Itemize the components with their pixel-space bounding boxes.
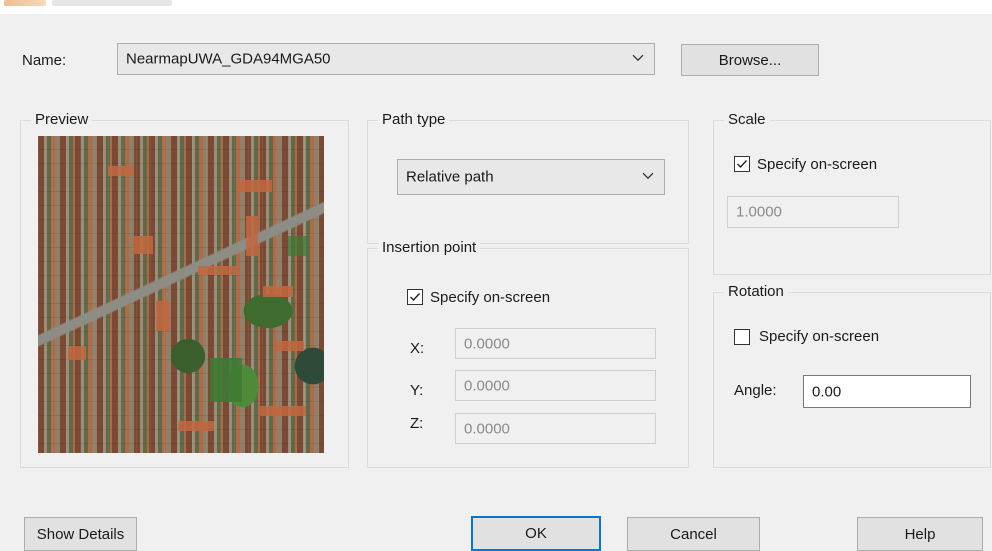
angle-value: 0.00 xyxy=(812,383,842,400)
name-label: Name: xyxy=(22,52,67,69)
x-value: 0.0000 xyxy=(464,335,510,352)
chevron-down-icon xyxy=(642,172,654,180)
rotation-specify-checkbox[interactable] xyxy=(734,329,750,345)
z-field: 0.0000 xyxy=(455,413,656,444)
y-value: 0.0000 xyxy=(464,377,510,394)
angle-input[interactable]: 0.00 xyxy=(803,375,971,408)
scale-specify-checkbox[interactable] xyxy=(734,156,750,172)
name-combobox[interactable]: NearmapUWA_GDA94MGA50 xyxy=(117,43,655,75)
x-label: X: xyxy=(410,340,425,357)
rotation-title: Rotation xyxy=(724,283,788,300)
title-bar xyxy=(0,0,992,14)
y-field: 0.0000 xyxy=(455,370,656,401)
scale-title: Scale xyxy=(724,111,770,128)
preview-image xyxy=(38,136,324,453)
scale-field: 1.0000 xyxy=(727,196,899,228)
angle-label: Angle: xyxy=(734,382,777,399)
z-label: Z: xyxy=(410,415,424,432)
z-value: 0.0000 xyxy=(464,420,510,437)
rotation-specify-label[interactable]: Specify on-screen xyxy=(759,328,879,345)
attach-image-dialog: Name: NearmapUWA_GDA94MGA50 Browse... Pr… xyxy=(0,14,992,551)
cancel-button[interactable]: Cancel xyxy=(627,517,760,551)
ok-button[interactable]: OK xyxy=(471,516,601,551)
insertion-specify-label[interactable]: Specify on-screen xyxy=(430,289,550,306)
path-type-title: Path type xyxy=(378,111,450,128)
show-details-button[interactable]: Show Details xyxy=(24,517,137,551)
insertion-specify-checkbox[interactable] xyxy=(407,289,423,305)
help-button[interactable]: Help xyxy=(857,517,983,551)
scale-value: 1.0000 xyxy=(736,203,782,221)
name-value: NearmapUWA_GDA94MGA50 xyxy=(126,50,331,68)
insertion-point-title: Insertion point xyxy=(378,239,481,256)
path-type-value: Relative path xyxy=(406,168,494,186)
checkmark-icon xyxy=(410,293,421,302)
checkmark-icon xyxy=(737,160,748,169)
window-title xyxy=(52,0,172,6)
app-icon xyxy=(4,0,46,6)
preview-title: Preview xyxy=(31,111,93,128)
chevron-down-icon xyxy=(632,54,644,62)
path-type-dropdown[interactable]: Relative path xyxy=(397,159,665,195)
x-field: 0.0000 xyxy=(455,328,656,359)
scale-specify-label[interactable]: Specify on-screen xyxy=(757,156,877,173)
browse-button[interactable]: Browse... xyxy=(681,44,819,76)
y-label: Y: xyxy=(410,382,424,399)
